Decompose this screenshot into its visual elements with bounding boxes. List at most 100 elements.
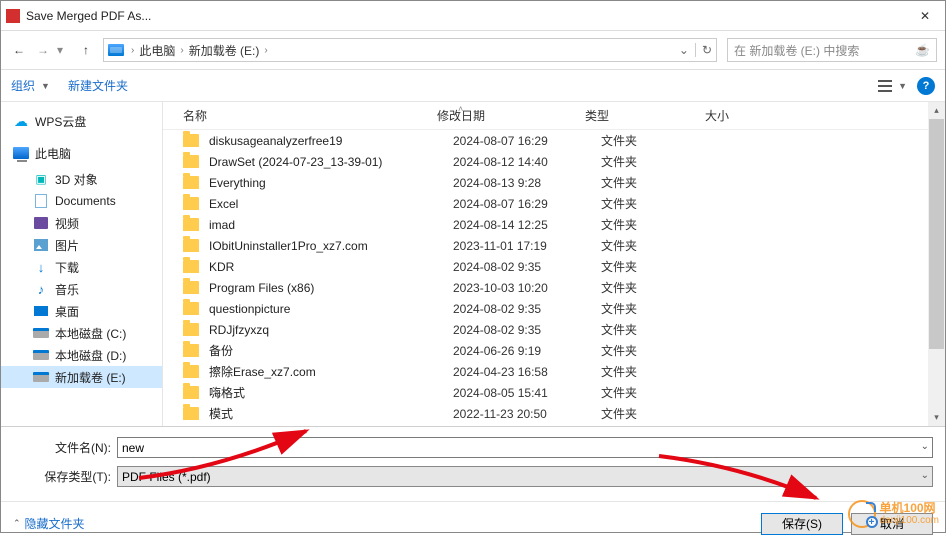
scroll-down-icon[interactable]: ▾ <box>928 409 945 426</box>
breadcrumb-item[interactable]: 此电脑 <box>139 42 175 59</box>
nav-up-icon[interactable]: ↑ <box>76 40 96 60</box>
breadcrumb[interactable]: › 此电脑 › 新加载卷 (E:) › <box>128 42 271 59</box>
nav-history-dropdown-icon[interactable]: ▾ <box>57 43 69 57</box>
chevron-down-icon[interactable]: ⌄ <box>921 470 929 481</box>
save-button[interactable]: 保存(S) <box>761 513 843 535</box>
table-row[interactable]: 擦除Erase_xz7.com2024-04-23 16:58文件夹 <box>163 361 945 382</box>
table-row[interactable]: questionpicture2024-08-02 9:35文件夹 <box>163 298 945 319</box>
file-type: 文件夹 <box>601 174 721 191</box>
watermark: + 单机100网 danji100.com <box>848 500 939 528</box>
column-size[interactable]: 大小 <box>705 107 805 124</box>
help-icon[interactable]: ? <box>917 77 935 95</box>
sidebar-item[interactable]: 图片 <box>1 234 162 256</box>
vertical-scrollbar[interactable]: ▴ ▾ <box>928 102 945 426</box>
sidebar-item[interactable]: 视频 <box>1 212 162 234</box>
view-mode-button[interactable]: ▼ <box>878 80 907 92</box>
file-name: 模式 <box>209 405 453 422</box>
table-row[interactable]: 嗨格式2024-08-05 15:41文件夹 <box>163 382 945 403</box>
sidebar-item[interactable]: Documents <box>1 190 162 212</box>
table-row[interactable]: IObitUninstaller1Pro_xz7.com2023-11-01 1… <box>163 235 945 256</box>
file-date: 2024-08-14 12:25 <box>453 218 601 232</box>
sidebar-item-this-pc[interactable]: 此电脑 <box>1 142 162 164</box>
sidebar-item-label: 3D 对象 <box>55 171 98 188</box>
scroll-up-icon[interactable]: ▴ <box>928 102 945 119</box>
table-row[interactable]: Program Files (x86)2023-10-03 10:20文件夹 <box>163 277 945 298</box>
folder-icon <box>183 365 199 378</box>
cloud-icon: ☁ <box>13 114 29 128</box>
sidebar-item-label: 本地磁盘 (C:) <box>55 325 126 342</box>
scroll-thumb[interactable] <box>929 119 944 349</box>
column-type[interactable]: 类型 <box>585 107 705 124</box>
sidebar-item[interactable]: 本地磁盘 (C:) <box>1 322 162 344</box>
table-row[interactable]: Everything2024-08-13 9:28文件夹 <box>163 172 945 193</box>
sidebar-item[interactable]: 新加载卷 (E:) <box>1 366 162 388</box>
filename-label: 文件名(N): <box>13 439 117 456</box>
watermark-text-en: danji100.com <box>880 515 939 526</box>
file-name: IObitUninstaller1Pro_xz7.com <box>209 239 453 253</box>
table-row[interactable]: Excel2024-08-07 16:29文件夹 <box>163 193 945 214</box>
file-date: 2024-08-07 16:29 <box>453 197 601 211</box>
search-icon[interactable]: ☕ <box>915 43 930 57</box>
folder-icon <box>183 323 199 336</box>
file-name: RDJjfzyxzq <box>209 323 453 337</box>
file-date: 2024-08-02 9:35 <box>453 260 601 274</box>
file-type: 文件夹 <box>601 279 721 296</box>
sidebar-item[interactable]: 桌面 <box>1 300 162 322</box>
drive-icon <box>108 44 124 56</box>
sidebar-item[interactable]: ♪音乐 <box>1 278 162 300</box>
sidebar-item-label: 桌面 <box>55 303 79 320</box>
file-type: 文件夹 <box>601 216 721 233</box>
file-date: 2024-08-12 14:40 <box>453 155 601 169</box>
table-row[interactable]: RDJjfzyxzq2024-08-02 9:35文件夹 <box>163 319 945 340</box>
hide-folders-toggle[interactable]: ⌃ 隐藏文件夹 <box>13 515 85 532</box>
sidebar-item[interactable]: ↓下载 <box>1 256 162 278</box>
new-folder-button[interactable]: 新建文件夹 <box>68 77 128 94</box>
table-row[interactable]: 备份2024-06-26 9:19文件夹 <box>163 340 945 361</box>
sort-indicator-icon: ˄ <box>458 104 463 114</box>
folder-icon <box>183 155 199 168</box>
sidebar-item-label: Documents <box>55 194 116 208</box>
chevron-down-icon[interactable]: ▼ <box>41 81 50 91</box>
folder-icon <box>183 386 199 399</box>
breadcrumb-item[interactable]: 新加载卷 (E:) <box>189 42 260 59</box>
file-name: Program Files (x86) <box>209 281 453 295</box>
file-type: 文件夹 <box>601 300 721 317</box>
organize-button[interactable]: 组织 <box>11 77 35 94</box>
folder-icon <box>183 344 199 357</box>
address-box[interactable]: › 此电脑 › 新加载卷 (E:) › ⌄ ↻ <box>103 38 717 62</box>
pc-icon <box>13 146 29 160</box>
chevron-down-icon[interactable]: ⌄ <box>679 43 689 57</box>
file-date: 2024-08-05 15:41 <box>453 386 601 400</box>
file-name: imad <box>209 218 453 232</box>
sidebar-item-wps-cloud[interactable]: ☁ WPS云盘 <box>1 110 162 132</box>
folder-icon <box>183 302 199 315</box>
close-icon[interactable]: ✕ <box>918 9 932 23</box>
chevron-right-icon: › <box>261 45 270 56</box>
file-name: 备份 <box>209 342 453 359</box>
file-name: 擦除Erase_xz7.com <box>209 363 453 380</box>
app-icon <box>6 9 20 23</box>
fields-area: 文件名(N): ⌄ 保存类型(T): PDF Files (*.pdf) ⌄ <box>1 427 945 501</box>
chevron-down-icon[interactable]: ⌄ <box>921 441 929 452</box>
table-row[interactable]: DrawSet (2024-07-23_13-39-01)2024-08-12 … <box>163 151 945 172</box>
sidebar-item[interactable]: ▣3D 对象 <box>1 168 162 190</box>
file-list: diskusageanalyzerfree192024-08-07 16:29文… <box>163 130 945 426</box>
chevron-down-icon: ▼ <box>898 81 907 91</box>
search-input[interactable]: 在 新加载卷 (E:) 中搜索 ☕ <box>727 38 937 62</box>
column-headers: ˄ 名称 修改日期 类型 大小 <box>163 102 945 130</box>
nav-forward-icon: → <box>33 40 53 60</box>
sidebar-item[interactable]: 本地磁盘 (D:) <box>1 344 162 366</box>
filetype-label: 保存类型(T): <box>13 468 117 485</box>
filename-input[interactable]: ⌄ <box>117 437 933 458</box>
table-row[interactable]: KDR2024-08-02 9:35文件夹 <box>163 256 945 277</box>
table-row[interactable]: 模式2022-11-23 20:50文件夹 <box>163 403 945 424</box>
column-name[interactable]: 名称 <box>183 107 437 124</box>
refresh-icon[interactable]: ↻ <box>695 43 712 57</box>
file-type: 文件夹 <box>601 153 721 170</box>
file-name: questionpicture <box>209 302 453 316</box>
filetype-select[interactable]: PDF Files (*.pdf) ⌄ <box>117 466 933 487</box>
nav-back-icon[interactable]: ← <box>9 40 29 60</box>
table-row[interactable]: diskusageanalyzerfree192024-08-07 16:29文… <box>163 130 945 151</box>
table-row[interactable]: imad2024-08-14 12:25文件夹 <box>163 214 945 235</box>
filename-input-field[interactable] <box>122 441 928 455</box>
